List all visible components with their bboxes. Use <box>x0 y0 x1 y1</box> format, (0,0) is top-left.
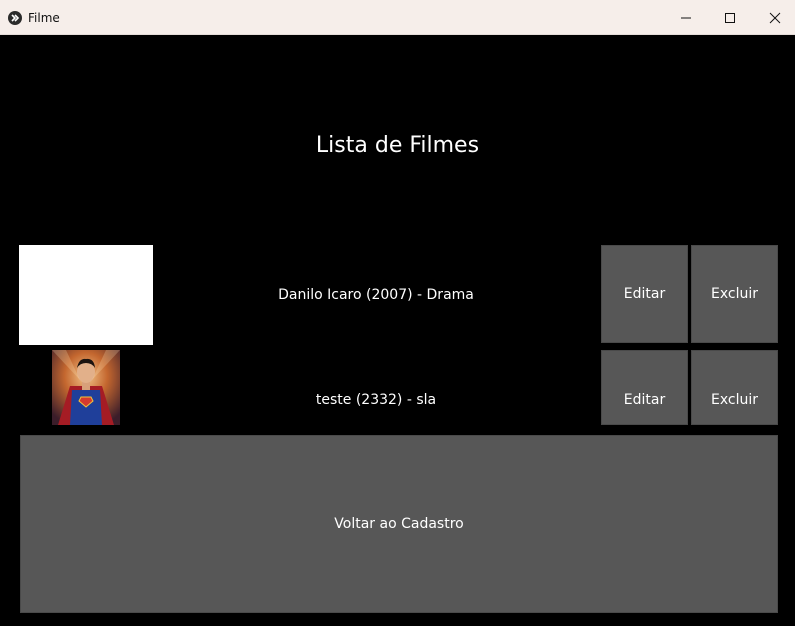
maximize-icon <box>725 12 735 23</box>
minimize-icon <box>681 17 691 18</box>
kivy-logo-icon <box>8 11 22 25</box>
delete-button[interactable]: Excluir <box>691 245 778 343</box>
close-button[interactable] <box>752 0 795 35</box>
minimize-button[interactable] <box>663 0 709 35</box>
delete-button[interactable]: Excluir <box>691 350 778 425</box>
back-to-register-button[interactable]: Voltar ao Cadastro <box>20 435 778 613</box>
edit-button[interactable]: Editar <box>601 245 688 343</box>
page-title: Lista de Filmes <box>315 133 480 158</box>
movie-poster-image <box>52 350 120 425</box>
edit-button[interactable]: Editar <box>601 350 688 425</box>
maximize-button[interactable] <box>707 0 753 35</box>
close-icon <box>769 12 781 23</box>
window-titlebar: Filme <box>0 0 795 35</box>
window-title: Filme <box>28 11 60 25</box>
movie-label: Danilo Icaro (2007) - Drama <box>278 287 474 303</box>
movie-label: teste (2332) - sla <box>315 392 437 408</box>
movie-thumbnail-blank <box>19 245 153 345</box>
